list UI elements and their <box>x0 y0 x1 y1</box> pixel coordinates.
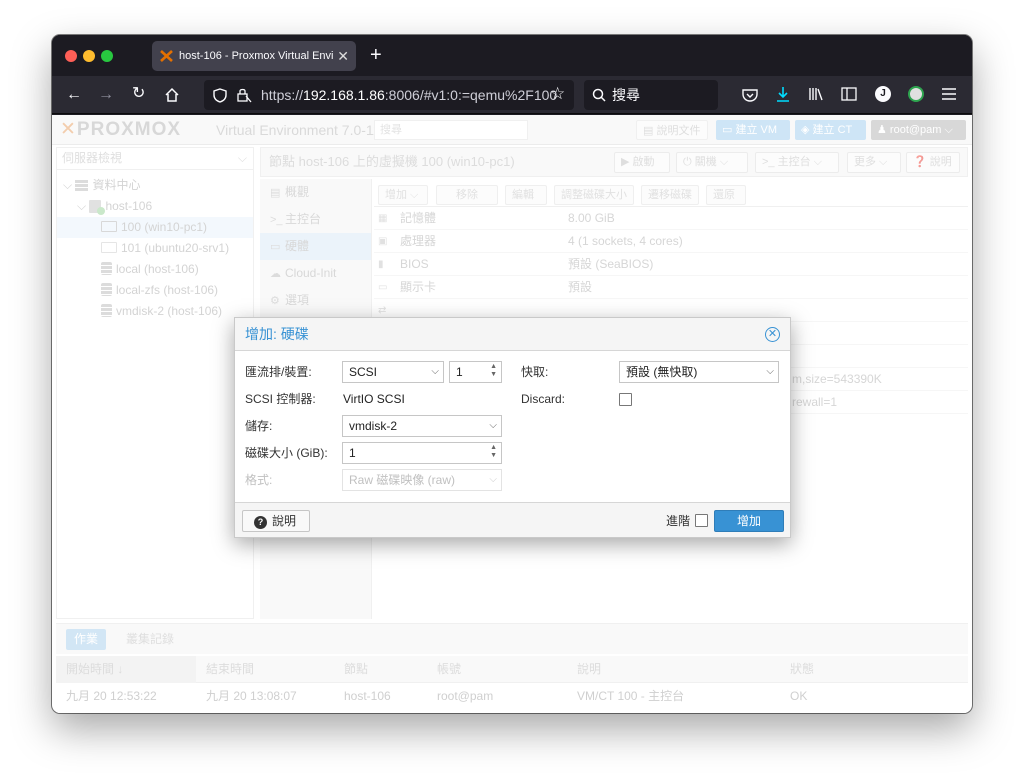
cache-select[interactable]: 預設 (無快取) ⌵ <box>619 361 779 383</box>
proxmox-favicon-icon <box>160 50 173 62</box>
new-tab-button[interactable]: + <box>370 43 382 67</box>
question-icon: ? <box>254 516 267 529</box>
close-icon[interactable]: ✕ <box>765 327 780 342</box>
sidebar-toggle-icon[interactable] <box>841 87 857 101</box>
disk-size-value: 1 <box>349 446 356 460</box>
device-number-value: 1 <box>456 365 463 379</box>
scsi-controller-label: SCSI 控制器: <box>245 392 316 406</box>
spinner-icon[interactable]: ▲ ▼ <box>490 363 497 379</box>
spinner-icon[interactable]: ▲ ▼ <box>490 444 497 460</box>
bus-value: SCSI <box>349 365 378 379</box>
dialog-title: 增加: 硬碟 <box>245 326 309 342</box>
format-label: 格式: <box>245 473 273 487</box>
format-value: Raw 磁碟映像 (raw) <box>349 473 456 487</box>
pocket-icon[interactable] <box>742 88 758 102</box>
scsi-controller-value: VirtIO SCSI <box>343 392 405 406</box>
discard-checkbox[interactable] <box>619 393 632 406</box>
shield-icon <box>213 88 227 103</box>
tab-title: host-106 - Proxmox Virtual Envi <box>179 50 334 62</box>
web-search-field[interactable]: 搜尋 <box>584 80 718 110</box>
url-prefix: https:// <box>261 87 304 103</box>
dialog-header: 增加: 硬碟 ✕ <box>235 318 790 351</box>
reload-icon[interactable]: ↻ <box>132 86 145 102</box>
url-host: 192.168.1.86 <box>303 87 385 103</box>
close-window-button[interactable] <box>65 50 77 62</box>
bus-select[interactable]: SCSI ⌵ <box>342 361 444 383</box>
proxmox-app: ✕PROXMOX Virtual Environment 7.0-11 搜尋 ▤… <box>52 115 972 713</box>
search-icon <box>592 88 606 102</box>
back-arrow-icon[interactable]: ← <box>66 87 82 103</box>
zoom-window-button[interactable] <box>101 50 113 62</box>
web-search-placeholder: 搜尋 <box>612 87 640 103</box>
disk-size-stepper[interactable]: 1 ▲ ▼ <box>342 442 502 464</box>
advanced-label: 進階 <box>666 514 691 528</box>
browser-window: host-106 - Proxmox Virtual Envi ✕ + ← → … <box>52 35 972 713</box>
add-button[interactable]: 增加 <box>714 510 784 532</box>
disk-size-label: 磁碟大小 (GiB): <box>245 446 328 460</box>
tab-close-icon[interactable]: ✕ <box>337 41 349 71</box>
download-icon[interactable] <box>776 86 790 102</box>
format-select[interactable]: Raw 磁碟映像 (raw) ⌵ <box>342 469 502 491</box>
insecure-lock-icon[interactable] <box>236 87 252 103</box>
bookmark-star-icon[interactable]: ☆ <box>550 85 565 102</box>
browser-tab-bar: host-106 - Proxmox Virtual Envi ✕ + <box>52 35 972 76</box>
advanced-checkbox[interactable] <box>695 514 708 527</box>
chevron-down-icon: ⌵ <box>489 420 497 431</box>
storage-value: vmdisk-2 <box>349 419 398 433</box>
url-bar[interactable]: https://192.168.1.86:8006/#v1:0:=qemu%2F… <box>204 80 574 110</box>
dialog-footer: ? 說明 進階 增加 <box>235 502 790 537</box>
menu-icon[interactable] <box>941 87 957 101</box>
storage-label: 儲存: <box>245 419 273 433</box>
forward-arrow-icon[interactable]: → <box>98 87 114 103</box>
storage-select[interactable]: vmdisk-2 ⌵ <box>342 415 502 437</box>
minimize-window-button[interactable] <box>83 50 95 62</box>
browser-nav-bar: ← → ↻ https://192.168.1.86:8006/#v1:0:=q… <box>52 76 972 114</box>
chevron-down-icon: ⌵ <box>431 366 439 377</box>
library-icon[interactable] <box>808 87 824 101</box>
cache-label: 快取: <box>521 365 549 379</box>
device-number-stepper[interactable]: 1 ▲ ▼ <box>449 361 502 383</box>
dialog-help-label: 說明 <box>272 514 297 528</box>
account-avatar-icon[interactable]: J <box>875 86 891 102</box>
chevron-down-icon: ⌵ <box>766 366 774 377</box>
home-icon[interactable] <box>164 87 180 103</box>
bus-device-label: 匯流排/裝置: <box>245 365 312 379</box>
url-path: :8006/#v1:0:=qemu%2F100 <box>384 87 558 103</box>
cache-value: 預設 (無快取) <box>626 365 698 379</box>
browser-tab[interactable]: host-106 - Proxmox Virtual Envi ✕ <box>152 41 356 71</box>
extension-icon[interactable] <box>908 86 924 102</box>
chevron-down-icon: ⌵ <box>489 474 497 485</box>
add-hard-disk-dialog: 增加: 硬碟 ✕ 匯流排/裝置: SCSI ⌵ 1 ▲ ▼ SCSI 控制器: Vir… <box>234 317 791 538</box>
dialog-help-button[interactable]: ? 說明 <box>242 510 310 532</box>
discard-label: Discard: <box>521 392 566 406</box>
